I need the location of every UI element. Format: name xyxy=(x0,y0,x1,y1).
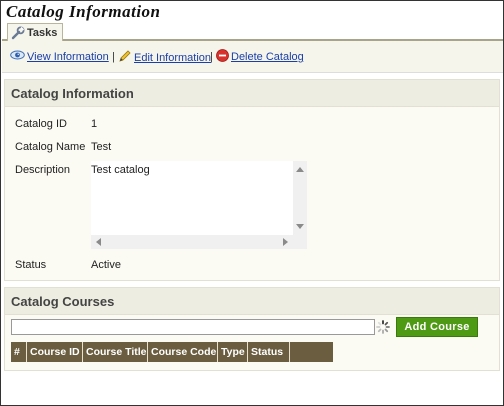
toolbar: View Information | Edit Information | De… xyxy=(2,41,503,73)
vertical-scrollbar[interactable] xyxy=(293,161,307,235)
tab-tasks[interactable]: Tasks xyxy=(7,23,64,41)
column-header-course-code[interactable]: Course Code xyxy=(148,342,218,362)
scroll-up-icon[interactable] xyxy=(296,167,304,172)
wrench-icon xyxy=(11,26,25,40)
column-header-filler xyxy=(290,342,333,362)
course-search-input[interactable] xyxy=(11,319,375,335)
tab-bar: Tasks xyxy=(2,21,503,41)
catalog-id-value: 1 xyxy=(91,118,98,130)
delete-catalog-link[interactable]: Delete Catalog xyxy=(231,51,304,63)
pencil-icon xyxy=(118,49,132,66)
column-header-type[interactable]: Type xyxy=(218,342,248,362)
catalog-name-label: Catalog Name xyxy=(15,141,86,153)
column-header-number[interactable]: # xyxy=(11,342,27,362)
description-value: Test catalog xyxy=(91,164,150,176)
scrollbar-corner xyxy=(293,235,307,249)
column-header-course-id[interactable]: Course ID xyxy=(27,342,83,362)
scroll-left-icon[interactable] xyxy=(96,238,101,246)
view-information-link[interactable]: View Information xyxy=(27,51,109,63)
app-window: Catalog Information Tasks View Informati… xyxy=(0,0,504,406)
description-label: Description xyxy=(15,164,71,176)
catalog-information-heading: Catalog Information xyxy=(5,80,499,107)
status-value: Active xyxy=(91,259,121,271)
catalog-name-value: Test xyxy=(91,141,112,153)
status-label: Status xyxy=(15,259,47,271)
scroll-right-icon[interactable] xyxy=(283,238,288,246)
edit-information-link[interactable]: Edit Information xyxy=(134,52,211,64)
delete-catalog-button[interactable]: Delete Catalog xyxy=(216,49,304,65)
scroll-down-icon[interactable] xyxy=(296,224,304,229)
catalog-courses-heading: Catalog Courses xyxy=(5,288,499,315)
delete-icon xyxy=(216,49,229,65)
page-title: Catalog Information xyxy=(6,2,161,21)
column-header-course-title[interactable]: Course Title xyxy=(83,342,148,362)
courses-grid-header: # Course ID Course Title Course Code Typ… xyxy=(11,342,333,362)
add-course-button[interactable]: Add Course xyxy=(396,317,478,337)
horizontal-scrollbar[interactable] xyxy=(91,235,293,249)
description-box[interactable]: Test catalog xyxy=(91,161,307,249)
edit-information-button[interactable]: Edit Information xyxy=(118,49,211,66)
catalog-information-panel: Catalog Information Catalog ID 1 Catalog… xyxy=(4,79,500,281)
column-header-status[interactable]: Status xyxy=(248,342,290,362)
toolbar-separator: | xyxy=(210,51,213,63)
catalog-courses-panel: Catalog Courses Add Course # Course ID C… xyxy=(4,287,500,371)
catalog-id-label: Catalog ID xyxy=(15,118,67,130)
toolbar-separator: | xyxy=(112,51,115,63)
tab-tasks-label: Tasks xyxy=(27,26,58,39)
eye-icon xyxy=(10,49,25,64)
spinner-icon xyxy=(375,319,391,335)
view-information-button[interactable]: View Information xyxy=(10,49,109,64)
